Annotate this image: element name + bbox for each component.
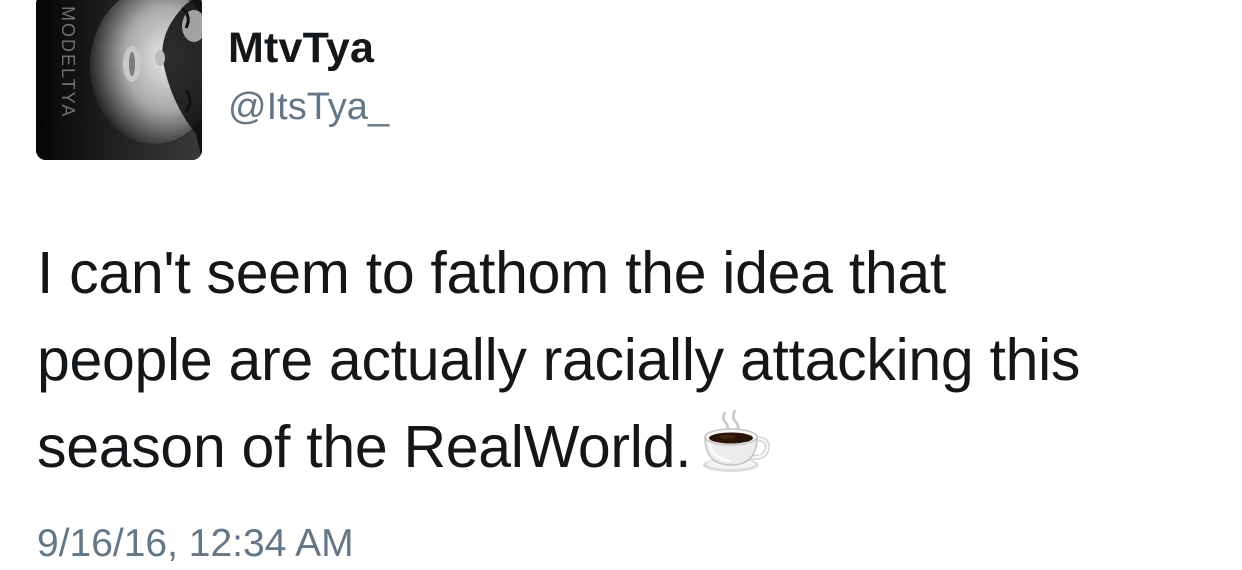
tweet-card: MODELTYA MtvTya @ItsTya_ I can't seem to…	[0, 0, 1242, 570]
avatar[interactable]: MODELTYA	[36, 0, 202, 160]
display-name[interactable]: MtvTya	[228, 24, 374, 73]
tweet-text-line-content: season of the RealWorld.	[37, 414, 692, 480]
tweet-timestamp[interactable]: 9/16/16, 12:34 AM	[37, 522, 354, 566]
coffee-icon	[699, 409, 771, 475]
tweet-text: I can't seem to fathom the idea that peo…	[37, 230, 1217, 491]
tweet-text-line: people are actually racially attacking t…	[37, 327, 1081, 393]
tweet-text-line: I can't seem to fathom the idea that	[37, 240, 946, 306]
avatar-image: MODELTYA	[36, 0, 202, 160]
tweet-text-line-last: season of the RealWorld.	[37, 404, 1217, 491]
user-handle[interactable]: @ItsTya_	[228, 86, 389, 129]
avatar-watermark: MODELTYA	[58, 6, 78, 118]
